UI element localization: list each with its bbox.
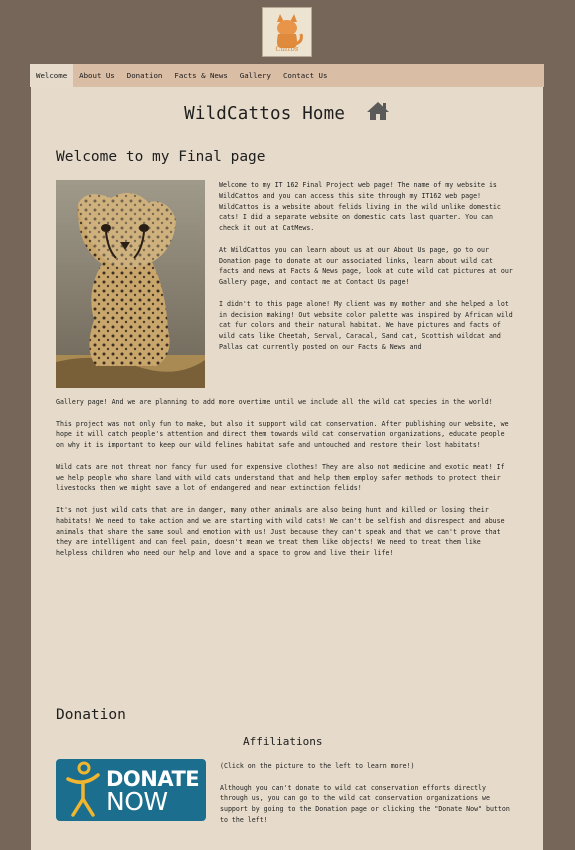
donate-now-button[interactable]: DONATE NOW [56,759,206,821]
home-icon [366,102,389,120]
nav-welcome[interactable]: Welcome [30,64,74,87]
nav-donation[interactable]: Donation [121,64,169,87]
site-logo[interactable]: Cattos [262,7,312,57]
page-title: WildCattos Home [31,101,543,124]
affiliations-title: Affiliations [243,735,323,748]
donation-paragraph-2: Although you can't donate to wild cat co… [220,783,510,824]
main-nav: Welcome About Us Donation Facts & News G… [30,64,544,87]
welcome-paragraph-5: Wild cats are not threat nor fancy fur u… [56,462,505,493]
intro-text: Welcome to my IT 162 Final Project web p… [219,180,515,353]
nav-contact-us[interactable]: Contact Us [277,64,334,87]
nav-facts-news[interactable]: Facts & News [168,64,233,87]
donation-text: (Click on the picture to the left to lea… [220,761,516,837]
nav-about-us[interactable]: About Us [73,64,121,87]
welcome-paragraph-3-start: I didn't to this page alone! My client w… [219,299,513,351]
page-title-text: WildCattos Home [184,104,346,124]
welcome-paragraph-3-end: Gallery page! And we are planning to add… [56,398,493,406]
nav-gallery[interactable]: Gallery [234,64,277,87]
logo-text: Cattos [275,45,299,53]
cheetah-cub-photo [56,180,205,388]
welcome-paragraph-6: It's not just wild cats that are in dang… [56,505,505,558]
cheetah-cub-image [56,180,205,388]
welcome-paragraph-4: This project was not only fun to make, b… [56,419,509,450]
main-content: WildCattos Home Welcome to my Final page [31,87,543,850]
person-figure-icon [66,761,100,817]
welcome-heading: Welcome to my Final page [56,149,266,165]
welcome-paragraph-2: At WildCattos you can learn about us at … [219,245,513,287]
welcome-paragraph-1: Welcome to my IT 162 Final Project web p… [219,181,501,233]
donation-paragraph-1: (Click on the picture to the left to lea… [220,762,415,770]
full-width-text: Gallery page! And we are planning to add… [56,397,514,570]
donation-heading: Donation [56,707,126,723]
donate-button-line2: NOW [106,787,168,816]
